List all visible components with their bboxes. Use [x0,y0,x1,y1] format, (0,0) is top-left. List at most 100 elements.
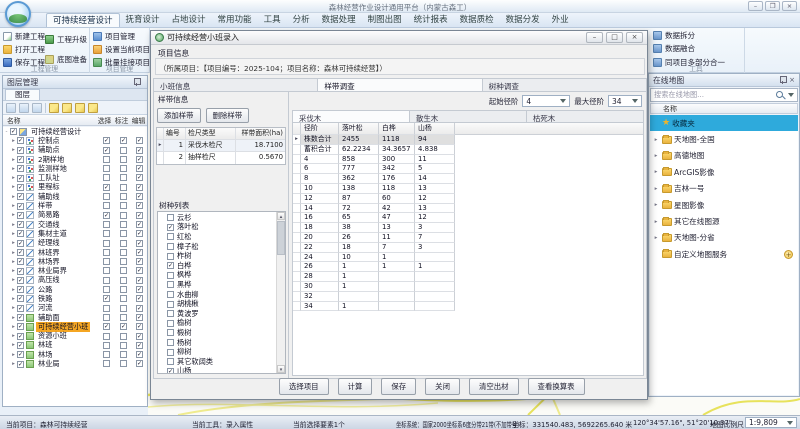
dialog-button-4[interactable]: 清空出材 [469,378,519,395]
tree-collapse-icon[interactable]: - [3,129,10,135]
tree-expand-icon[interactable]: ▸ [10,342,17,348]
tally-row[interactable]: 14724213 [293,204,643,214]
label-checkbox[interactable] [120,333,127,340]
map-source-row[interactable]: ▸天地图-分省 [650,230,798,246]
layer-table-icon[interactable] [32,103,42,113]
menu-tab-3[interactable]: 常用功能 [212,13,258,27]
label-checkbox[interactable] [120,295,127,302]
ribbon-button[interactable]: 新建工程 [1,30,47,42]
label-checkbox[interactable] [120,258,127,265]
species-checkbox[interactable] [167,214,174,221]
tally-row[interactable]: 32 [293,292,643,302]
edit-checkbox[interactable]: ✓ [136,323,143,330]
select-checkbox[interactable] [103,230,110,237]
edit-checkbox[interactable]: ✓ [136,314,143,321]
tally-row[interactable]: 12876012 [293,194,643,204]
edit-checkbox[interactable]: ✓ [136,230,143,237]
layer-row[interactable]: ▸✓林场✓ [3,350,147,359]
close-panel-icon[interactable]: × [789,75,795,85]
species-checkbox[interactable] [167,233,174,240]
tally-row[interactable]: 2026117 [293,233,643,243]
ribbon-button[interactable]: 设置当前项目 [91,43,152,55]
ribbon-button[interactable]: 项目管理 [91,30,152,42]
select-checkbox[interactable]: ✓ [103,137,110,144]
tree-expand-icon[interactable]: ▸ [10,240,17,246]
layer-front-icon[interactable] [75,103,85,113]
tree-expand-icon[interactable]: ▸ [10,138,17,144]
tree-expand-icon[interactable]: ▸ [10,277,17,283]
species-row[interactable]: 其它软阔类 [158,357,275,367]
ribbon-button[interactable]: 数据融合 [651,43,727,55]
tree-expand-icon[interactable]: ▸ [10,212,17,218]
tree-expand-icon[interactable]: ▸ [652,235,660,241]
start-diameter-combo[interactable]: 4 [522,95,570,107]
label-checkbox[interactable] [120,314,127,321]
dialog-minimize-icon[interactable]: – [586,32,603,43]
select-checkbox[interactable] [103,267,110,274]
tally-row[interactable]: 836217614 [293,174,643,184]
menu-tab-10[interactable]: 数据分发 [500,13,546,27]
select-checkbox[interactable] [103,240,110,247]
label-checkbox[interactable] [120,351,127,358]
species-checkbox[interactable] [167,272,174,279]
layer-row[interactable]: ▸✓2期样地✓ [3,155,147,164]
dialog-button-3[interactable]: 关闭 [425,378,460,395]
app-logo[interactable] [5,1,31,27]
edit-checkbox[interactable]: ✓ [136,333,143,340]
edit-checkbox[interactable]: ✓ [136,286,143,293]
layer-row[interactable]: ▸✓辅助面✓ [3,313,147,322]
layer-visible-checkbox[interactable]: ✓ [17,305,24,312]
map-source-row[interactable]: ▸天地图-全国 [650,131,798,147]
dialog-tab-1[interactable]: 样带调查 [318,79,482,91]
edit-checkbox[interactable]: ✓ [136,202,143,209]
species-row[interactable]: 水曲柳 [158,290,275,300]
layer-row[interactable]: ▸✓铁路✓✓ [3,294,147,303]
species-checkbox[interactable]: ✓ [167,262,174,269]
layer-visible-checkbox[interactable]: ✓ [17,184,24,191]
dialog-close-icon[interactable]: × [626,32,643,43]
menu-tab-6[interactable]: 数据处理 [316,13,362,27]
dialog-button-2[interactable]: 保存 [381,378,416,395]
select-checkbox[interactable] [103,174,110,181]
select-checkbox[interactable]: ✓ [103,212,110,219]
select-checkbox[interactable] [103,305,110,312]
species-row[interactable]: 柳树 [158,347,275,357]
species-row[interactable]: 枫桦 [158,271,275,281]
label-checkbox[interactable] [120,277,127,284]
layer-tree-root[interactable]: -✓可持续经营设计 [3,127,147,136]
tally-row[interactable]: 301 [293,282,643,292]
label-checkbox[interactable] [120,147,127,154]
remove-layer-icon[interactable] [19,103,29,113]
layer-row[interactable]: ▸✓林业局✓ [3,359,147,368]
layer-visible-checkbox[interactable]: ✓ [17,361,24,368]
edit-checkbox[interactable]: ✓ [136,342,143,349]
map-source-row[interactable]: 自定义地图服务+ [650,246,798,262]
select-checkbox[interactable] [103,221,110,228]
species-checkbox[interactable]: ✓ [167,368,174,373]
menu-tab-1[interactable]: 抚育设计 [120,13,166,27]
tally-row[interactable]: 1013811813 [293,184,643,194]
layer-row[interactable]: ▸✓交通线✓ [3,220,147,229]
select-checkbox[interactable] [103,202,110,209]
select-checkbox[interactable]: ✓ [103,147,110,154]
layer-visible-checkbox[interactable]: ✓ [17,351,24,358]
layer-visible-checkbox[interactable]: ✓ [17,147,24,154]
ribbon-button[interactable]: 工程升级 [43,33,89,45]
edit-checkbox[interactable]: ✓ [136,156,143,163]
label-checkbox[interactable] [120,202,127,209]
layer-row[interactable]: ▸✓公路✓ [3,285,147,294]
species-row[interactable]: 柞树 [158,251,275,261]
layer-row[interactable]: ▸✓监测样地✓ [3,164,147,173]
tally-row[interactable]: 蓄积合计62.223434.36574.838 [293,145,643,155]
tab-layers[interactable]: 图层 [5,89,40,100]
species-row[interactable]: 黑桦 [158,280,275,290]
label-checkbox[interactable] [120,174,127,181]
edit-checkbox[interactable]: ✓ [136,305,143,312]
edit-checkbox[interactable]: ✓ [136,267,143,274]
layer-visible-checkbox[interactable]: ✓ [17,137,24,144]
layer-row[interactable]: ▸✓河流✓ [3,304,147,313]
species-row[interactable]: ✓山杨 [158,367,275,374]
category-tab-1[interactable]: 散生木 [410,110,527,123]
layer-visible-checkbox[interactable]: ✓ [17,342,24,349]
layer-visible-checkbox[interactable]: ✓ [17,156,24,163]
